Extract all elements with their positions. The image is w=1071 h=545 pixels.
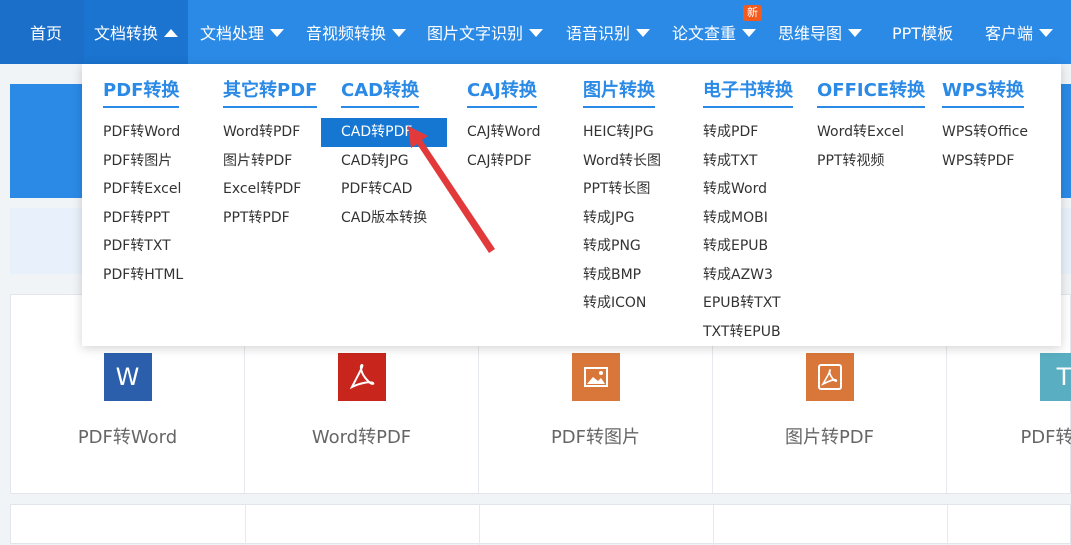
- column-title: CAJ转换: [467, 76, 537, 108]
- menu-link[interactable]: PDF转HTML: [103, 261, 183, 290]
- divider: [245, 505, 246, 545]
- menu-link[interactable]: Excel转PDF: [223, 175, 317, 204]
- column-title: OFFICE转换: [817, 76, 926, 108]
- menu-column-wps: WPS转换 WPS转Office WPS转PDF: [942, 76, 1028, 175]
- menu-column-office: OFFICE转换 Word转Excel PPT转视频: [817, 76, 926, 176]
- card-label: PDF转图片: [550, 427, 641, 448]
- nav-speech-label: 语音识别: [566, 24, 631, 43]
- caret-down-icon: [1039, 29, 1054, 37]
- nav-ocr[interactable]: 图片文字识别: [427, 0, 544, 64]
- divider: [479, 505, 480, 545]
- nav-client-label: 客户端: [985, 24, 1034, 43]
- menu-link[interactable]: WPS转PDF: [942, 147, 1028, 176]
- caret-down-icon: [392, 29, 407, 37]
- column-title: WPS转换: [942, 76, 1025, 108]
- menu-column-caj: CAJ转换 CAJ转Word CAJ转PDF: [467, 76, 540, 175]
- menu-link[interactable]: 转成PDF: [703, 118, 793, 147]
- menu-link[interactable]: PPT转PDF: [223, 204, 317, 233]
- nav-ocr-label: 图片文字识别: [427, 24, 524, 43]
- divider: [713, 505, 714, 545]
- tool-cards-row-2: [10, 504, 1071, 545]
- menu-link[interactable]: PDF转Excel: [103, 175, 183, 204]
- card-label: PDF转Word: [77, 427, 178, 448]
- menu-link[interactable]: Word转PDF: [223, 118, 317, 147]
- nav-ppt-template[interactable]: PPT模板: [892, 0, 953, 64]
- column-title: CAD转换: [341, 76, 420, 108]
- word-icon: W: [103, 353, 152, 401]
- menu-link[interactable]: 转成JPG: [583, 204, 661, 233]
- nav-av-convert-label: 音视频转换: [306, 24, 387, 43]
- doc-convert-dropdown: PDF转换 PDF转Word PDF转图片 PDF转Excel PDF转PPT …: [82, 64, 1061, 346]
- column-title: PDF转换: [103, 76, 180, 108]
- card-label: 图片转PDF: [784, 427, 875, 448]
- caret-down-icon: [529, 29, 544, 37]
- image-icon: [571, 353, 620, 401]
- menu-link[interactable]: PDF转PPT: [103, 204, 183, 233]
- card-label: PDF转TXT: [1020, 427, 1071, 448]
- menu-link[interactable]: 转成ICON: [583, 289, 661, 318]
- menu-link[interactable]: EPUB转TXT: [703, 289, 793, 318]
- menu-link[interactable]: 转成Word: [703, 175, 793, 204]
- column-title: 电子书转换: [703, 76, 793, 108]
- menu-link[interactable]: 转成EPUB: [703, 232, 793, 261]
- menu-link[interactable]: 图片转PDF: [223, 147, 317, 176]
- menu-link[interactable]: PDF转Word: [103, 118, 183, 147]
- nav-av-convert[interactable]: 音视频转换: [306, 0, 407, 64]
- nav-speech[interactable]: 语音识别: [566, 0, 651, 64]
- menu-link[interactable]: WPS转Office: [942, 118, 1028, 147]
- menu-link[interactable]: TXT转EPUB: [703, 318, 793, 347]
- menu-column-ebook: 电子书转换 转成PDF 转成TXT 转成Word 转成MOBI 转成EPUB 转…: [703, 76, 793, 346]
- caret-down-icon: [742, 29, 757, 37]
- nav-doc-process[interactable]: 文档处理: [200, 0, 285, 64]
- nav-doc-process-label: 文档处理: [200, 24, 265, 43]
- menu-link[interactable]: 转成MOBI: [703, 204, 793, 233]
- menu-link[interactable]: CAJ转PDF: [467, 147, 540, 176]
- menu-link[interactable]: 转成BMP: [583, 261, 661, 290]
- nav-home[interactable]: 首页: [0, 0, 92, 64]
- menu-link[interactable]: Word转Excel: [817, 118, 925, 147]
- menu-link[interactable]: HEIC转JPG: [583, 118, 661, 147]
- menu-column-pdf: PDF转换 PDF转Word PDF转图片 PDF转Excel PDF转PPT …: [103, 76, 183, 289]
- nav-doc-convert[interactable]: 文档转换: [84, 0, 189, 64]
- menu-link-cad-to-pdf-selected[interactable]: CAD转PDF: [321, 118, 447, 147]
- txt-icon: T: [1040, 353, 1071, 401]
- menu-link[interactable]: CAD版本转换: [341, 204, 447, 233]
- nav-doc-convert-label: 文档转换: [94, 24, 159, 43]
- menu-link[interactable]: 转成AZW3: [703, 261, 793, 290]
- nav-plagiarism-label: 论文查重: [672, 24, 737, 43]
- menu-link[interactable]: 转成PNG: [583, 232, 661, 261]
- menu-column-cad: CAD转换 CAD转PDF CAD转JPG PDF转CAD CAD版本转换: [321, 76, 447, 233]
- nav-client[interactable]: 客户端: [985, 0, 1054, 64]
- menu-link[interactable]: PDF转图片: [103, 147, 183, 176]
- top-nav: 首页 文档转换 文档处理 音视频转换 图片文字识别 语音识别 论文查重 新 思维…: [0, 0, 1071, 64]
- menu-link[interactable]: CAJ转Word: [467, 118, 540, 147]
- nav-ppt-template-label: PPT模板: [892, 24, 954, 43]
- nav-mindmap-label: 思维导图: [778, 24, 843, 43]
- pdf-icon: [337, 353, 386, 401]
- menu-link[interactable]: PPT转视频: [817, 147, 925, 176]
- new-badge: 新: [743, 5, 762, 21]
- menu-link[interactable]: PDF转CAD: [341, 175, 447, 204]
- column-title: 图片转换: [583, 76, 655, 108]
- menu-column-to-pdf: 其它转PDF Word转PDF 图片转PDF Excel转PDF PPT转PDF: [223, 76, 318, 233]
- menu-link[interactable]: Word转长图: [583, 147, 661, 176]
- caret-down-icon: [848, 29, 863, 37]
- caret-down-icon: [636, 29, 651, 37]
- card-label: Word转PDF: [311, 427, 412, 448]
- menu-link[interactable]: CAD转JPG: [341, 147, 447, 176]
- column-title: 其它转PDF: [223, 76, 318, 108]
- caret-up-icon: [164, 29, 179, 37]
- menu-link[interactable]: PPT转长图: [583, 175, 661, 204]
- nav-mindmap[interactable]: 思维导图: [778, 0, 863, 64]
- menu-link[interactable]: PDF转TXT: [103, 232, 183, 261]
- menu-link[interactable]: 转成TXT: [703, 147, 793, 176]
- menu-column-image: 图片转换 HEIC转JPG Word转长图 PPT转长图 转成JPG 转成PNG…: [583, 76, 661, 318]
- pdf-icon: [805, 353, 854, 401]
- caret-down-icon: [270, 29, 285, 37]
- divider: [947, 505, 948, 545]
